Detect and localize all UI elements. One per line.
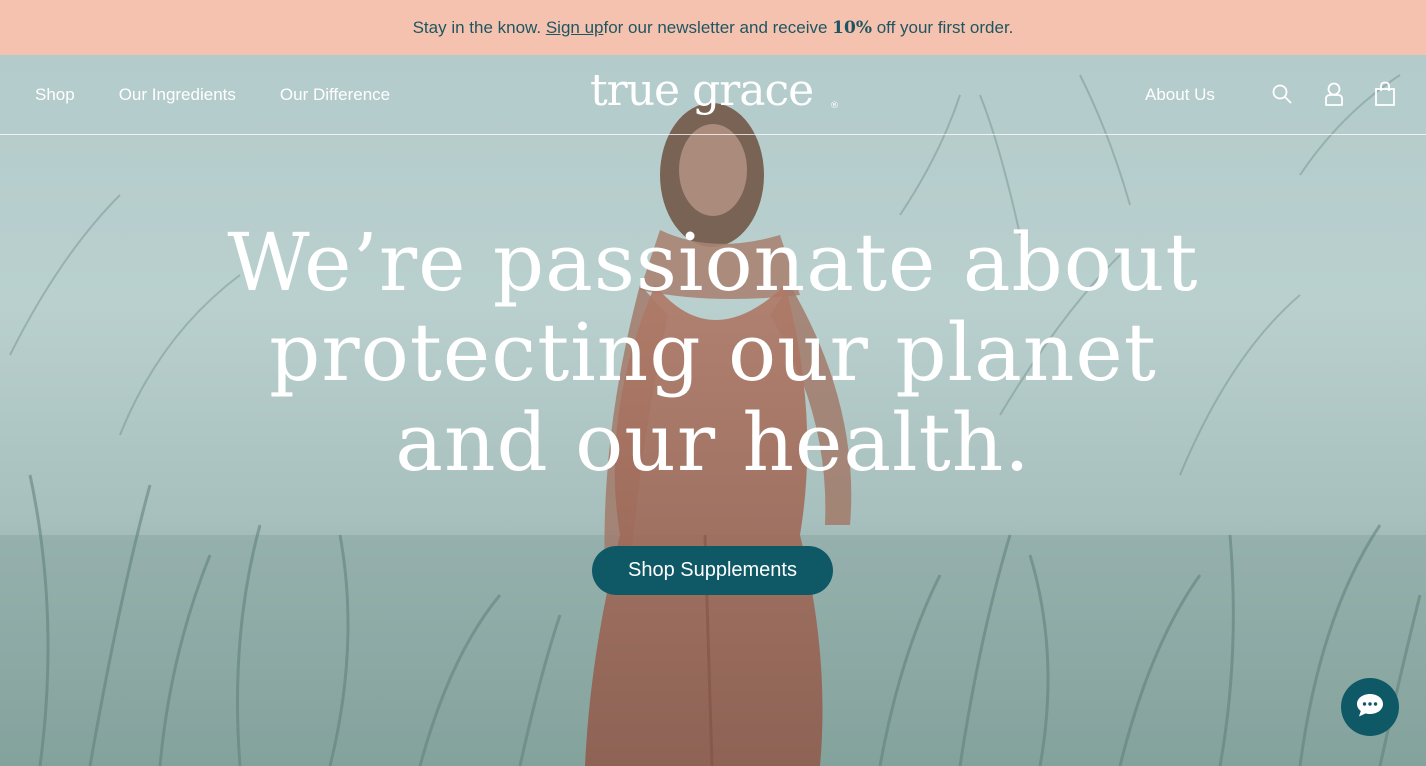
search-icon[interactable]	[1272, 84, 1292, 109]
account-icon[interactable]	[1324, 82, 1344, 111]
hero-headline: We’re passionate about protecting our pl…	[163, 218, 1263, 488]
nav-link-our-difference[interactable]: Our Difference	[280, 85, 390, 105]
announcement-discount: 10%	[832, 17, 872, 38]
hero-headline-line-1: We’re passionate about	[227, 216, 1199, 309]
hero-headline-line-3: and our health.	[395, 396, 1031, 489]
cart-icon[interactable]	[1374, 81, 1396, 112]
nav-link-about-us[interactable]: About Us	[1145, 85, 1215, 105]
chat-launcher-button[interactable]	[1341, 678, 1399, 736]
announcement-prefix: Stay in the know.	[412, 17, 546, 37]
announcement-suffix: off your first order.	[871, 17, 1014, 37]
announcement-middle: for our newsletter and receive	[603, 17, 833, 37]
announcement-bar: Stay in the know. Sign up for our newsle…	[0, 0, 1426, 55]
logo-text: true grace	[590, 65, 814, 116]
chat-icon	[1355, 692, 1385, 723]
site-header: Shop Our Ingredients Our Difference true…	[0, 55, 1426, 135]
logo-registered-mark: ®	[830, 101, 839, 111]
main-nav: Shop Our Ingredients Our Difference	[35, 55, 390, 134]
hero-headline-line-2: protecting our planet	[269, 306, 1157, 399]
secondary-nav: About Us	[1145, 55, 1215, 134]
shop-supplements-button[interactable]: Shop Supplements	[592, 546, 833, 595]
brand-logo[interactable]: true grace ®	[590, 63, 840, 127]
nav-link-shop[interactable]: Shop	[35, 85, 75, 105]
newsletter-signup-link[interactable]: Sign up	[546, 18, 604, 38]
nav-link-our-ingredients[interactable]: Our Ingredients	[119, 85, 236, 105]
